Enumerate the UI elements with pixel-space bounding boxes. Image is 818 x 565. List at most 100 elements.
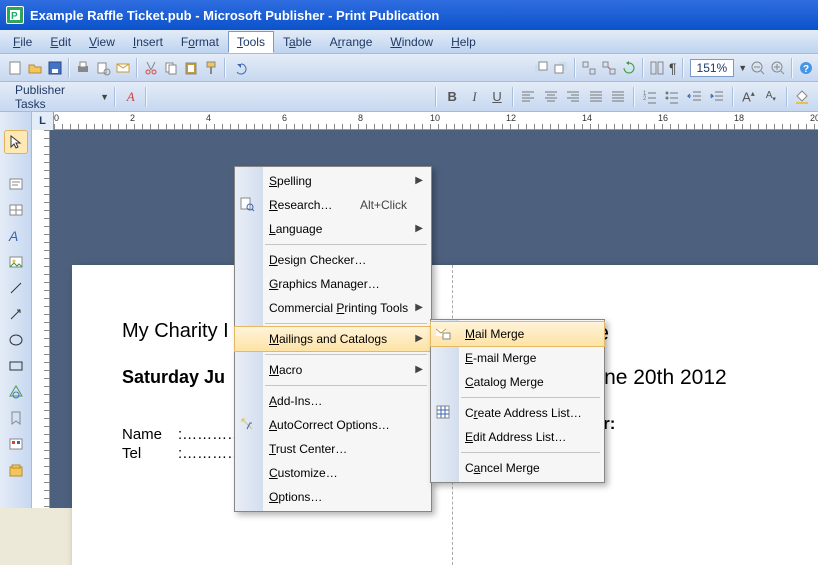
mailmerge-icon [435,325,453,343]
undo-button[interactable] [230,57,248,79]
bullets-button[interactable] [662,86,681,108]
table-tool[interactable] [4,198,28,222]
svg-text:P: P [11,11,18,22]
menu-edit[interactable]: Edit [41,31,80,53]
menu-research[interactable]: Research…Alt+Click [235,193,431,217]
paste-button[interactable] [182,57,200,79]
menu-autocorrect[interactable]: AutoCorrect Options… [235,413,431,437]
ungroup-button[interactable] [600,57,618,79]
distribute-button[interactable] [609,86,628,108]
research-icon [239,196,257,214]
copy-button[interactable] [162,57,180,79]
menu-bar: File Edit View Insert Format Tools Table… [0,30,818,54]
numbering-button[interactable]: 12 [640,86,659,108]
print-preview-button[interactable] [94,57,112,79]
justify-button[interactable] [586,86,605,108]
svg-text:?: ? [803,64,809,75]
italic-button[interactable]: I [465,86,484,108]
bring-front-button[interactable] [532,57,550,79]
increase-indent-button[interactable] [707,86,726,108]
cut-button[interactable] [142,57,160,79]
special-chars-button[interactable]: ¶ [668,57,678,79]
menu-view[interactable]: View [80,31,124,53]
addresslist-icon [435,404,453,422]
send-back-button[interactable] [552,57,570,79]
line-tool[interactable] [4,276,28,300]
submenu-cancel-merge[interactable]: Cancel Merge [431,456,604,480]
submenu-edit-address-list[interactable]: Edit Address List… [431,425,604,449]
menu-file[interactable]: File [4,31,41,53]
underline-button[interactable]: U [487,86,506,108]
format-painter-button[interactable] [202,57,220,79]
decrease-indent-button[interactable] [685,86,704,108]
submenu-mail-merge[interactable]: Mail Merge [430,321,605,347]
menu-tools[interactable]: Tools [228,31,274,53]
group-button[interactable] [580,57,598,79]
autoshapes-tool[interactable] [4,380,28,404]
item-library-tool[interactable] [4,458,28,482]
menu-mailings-catalogs[interactable]: Mailings and Catalogs▶ [234,326,432,352]
menu-arrange[interactable]: Arrange [321,31,382,53]
publisher-tasks-button[interactable]: Publisher Tasks [6,80,97,114]
vertical-ruler [32,130,50,508]
app-icon: P [6,6,24,24]
decrease-font-button[interactable]: A▾ [761,86,780,108]
rotate-button[interactable] [620,57,638,79]
font-color-button[interactable]: A [121,86,140,108]
menu-macro[interactable]: Macro▶ [235,358,431,382]
formatting-toolbar: Publisher Tasks ▼ A B I U 12 A▴ A▾ [0,82,818,112]
submenu-create-address-list[interactable]: Create Address List… [431,401,604,425]
menu-options[interactable]: Options… [235,485,431,509]
menu-help[interactable]: Help [442,31,485,53]
svg-text:2: 2 [643,96,647,102]
menu-insert[interactable]: Insert [124,31,172,53]
menu-design-checker[interactable]: Design Checker… [235,248,431,272]
menu-window[interactable]: Window [381,31,442,53]
picture-tool[interactable] [4,250,28,274]
oval-tool[interactable] [4,328,28,352]
email-button[interactable] [114,57,132,79]
menu-language[interactable]: Language▶ [235,217,431,241]
pointer-tool[interactable] [4,130,28,154]
menu-addins[interactable]: Add-Ins… [235,389,431,413]
arrow-tool[interactable] [4,302,28,326]
svg-text:A: A [8,228,18,244]
columns-button[interactable] [648,57,666,79]
menu-trust-center[interactable]: Trust Center… [235,437,431,461]
bookmark-tool[interactable] [4,406,28,430]
menu-graphics-manager[interactable]: Graphics Manager… [235,272,431,296]
rectangle-tool[interactable] [4,354,28,378]
submenu-email-merge[interactable]: E-mail Merge [431,346,604,370]
window-titlebar: P Example Raffle Ticket.pub - Microsoft … [0,0,818,30]
mailings-submenu: Mail Merge E-mail Merge Catalog Merge Cr… [430,319,605,483]
horizontal-ruler: L 024 6810 121416 1820 [32,112,818,130]
menu-format[interactable]: Format [172,31,228,53]
open-button[interactable] [26,57,44,79]
bold-button[interactable]: B [442,86,461,108]
align-right-button[interactable] [564,86,583,108]
menu-spelling[interactable]: Spelling▶ [235,169,431,193]
zoom-out-button[interactable] [749,57,767,79]
align-left-button[interactable] [519,86,538,108]
wordart-tool[interactable]: A [4,224,28,248]
zoom-combo[interactable]: 151% [690,59,735,77]
autocorrect-icon [239,416,257,434]
menu-customize[interactable]: Customize… [235,461,431,485]
help-button[interactable]: ? [797,57,815,79]
work-area: A L 024 6810 121416 1820 My Charity I Sa… [0,112,818,508]
menu-commercial-printing[interactable]: Commercial Printing Tools▶ [235,296,431,320]
design-gallery-tool[interactable] [4,432,28,456]
ruler-corner: L [32,112,54,130]
new-button[interactable] [6,57,24,79]
fill-color-button[interactable] [793,86,812,108]
increase-font-button[interactable]: A▴ [739,86,758,108]
align-center-button[interactable] [541,86,560,108]
menu-table[interactable]: Table [274,31,321,53]
tools-dropdown: Spelling▶ Research…Alt+Click Language▶ D… [234,166,432,512]
objects-toolbar: A [0,112,32,508]
submenu-catalog-merge[interactable]: Catalog Merge [431,370,604,394]
print-button[interactable] [74,57,92,79]
save-button[interactable] [46,57,64,79]
text-box-tool[interactable] [4,172,28,196]
zoom-in-button[interactable] [769,57,787,79]
